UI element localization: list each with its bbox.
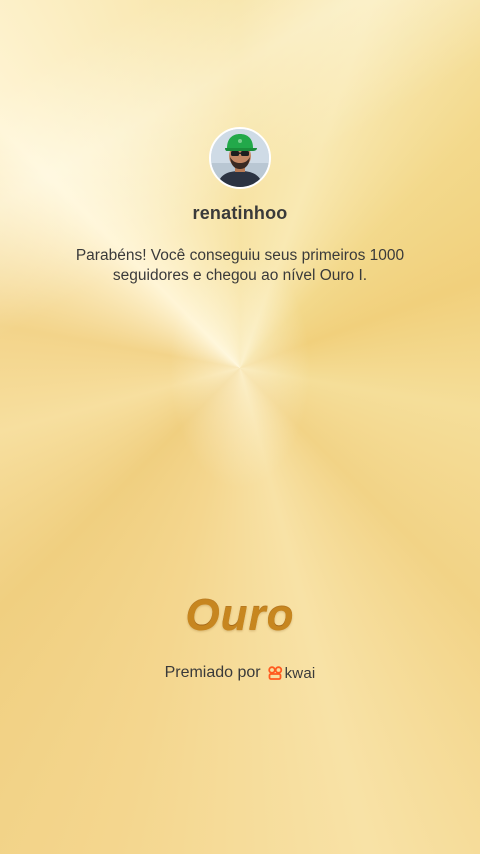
kwai-logo-icon	[267, 666, 283, 680]
awarded-by-label: Premiado por	[164, 664, 261, 681]
level-title: Ouro	[0, 590, 480, 640]
awarded-by: Premiado por kwai	[0, 664, 480, 682]
kwai-brand-name: kwai	[284, 664, 316, 682]
avatar[interactable]	[209, 127, 271, 189]
achievement-screen: renatinhoo Parabéns! Você conseguiu seus…	[0, 0, 480, 854]
congratulation-message: Parabéns! Você conseguiu seus primeiros …	[75, 247, 405, 284]
kwai-brand[interactable]: kwai	[267, 664, 316, 682]
username: renatinhoo	[192, 203, 288, 223]
user-photo-avatar-icon	[211, 129, 269, 187]
